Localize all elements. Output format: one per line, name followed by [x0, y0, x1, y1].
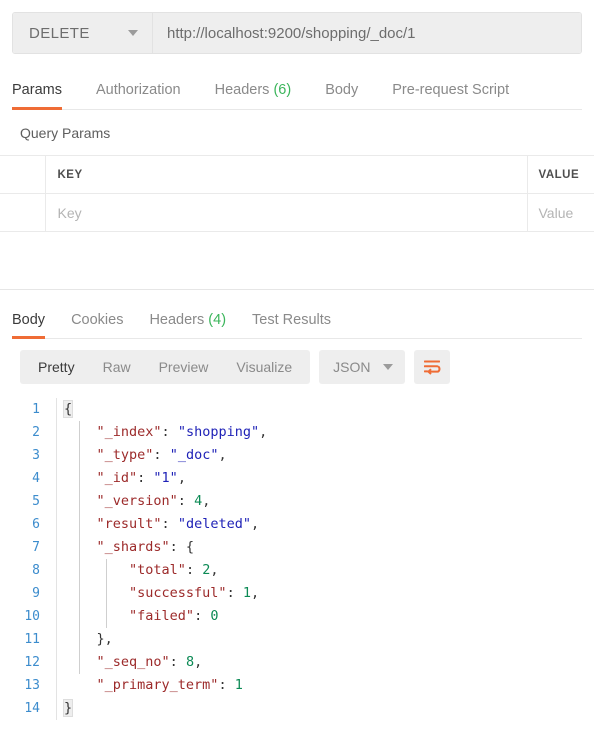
- line-number: 8: [32, 563, 40, 578]
- tab-pre-request-script[interactable]: Pre-request Script: [392, 82, 509, 109]
- pane-divider: [0, 289, 594, 290]
- code-line-row: 1{: [0, 398, 594, 421]
- tab-headers-label: Headers: [214, 82, 270, 98]
- code-line-content: "_version": 4,: [96, 493, 211, 509]
- column-header-key: KEY: [45, 155, 528, 194]
- response-tab-body[interactable]: Body: [12, 312, 46, 339]
- response-format-label: JSON: [333, 359, 371, 375]
- http-method-dropdown[interactable]: DELETE: [13, 13, 153, 53]
- tab-body-label: Body: [325, 82, 359, 98]
- code-line-row: 10 "failed": 0: [0, 605, 594, 628]
- code-line-content: }: [62, 699, 74, 717]
- code-line-content: "result": "deleted",: [96, 516, 260, 532]
- chevron-down-icon: [128, 30, 138, 36]
- pane-splitter[interactable]: [0, 232, 594, 289]
- table-header-row: KEY VALUE: [0, 155, 594, 194]
- view-mode-visualize[interactable]: Visualize: [222, 350, 306, 384]
- code-line-content: "_shards": {: [96, 539, 195, 555]
- request-url-input[interactable]: http://localhost:9200/shopping/_doc/1: [153, 13, 581, 53]
- row-value-input[interactable]: Value: [527, 193, 594, 232]
- code-line-row: 2 "_index": "shopping",: [0, 421, 594, 444]
- code-line-row: 13 "_primary_term": 1: [0, 674, 594, 697]
- column-header-value: VALUE: [527, 155, 594, 194]
- response-tab-headers[interactable]: Headers (4): [149, 312, 226, 338]
- line-number: 10: [24, 609, 40, 624]
- line-number: 12: [24, 655, 40, 670]
- tab-headers-count: (6): [273, 82, 292, 98]
- query-params-table: KEY VALUE Key Value: [0, 155, 594, 232]
- response-tab-headers-label: Headers: [149, 312, 205, 328]
- code-line-row: 6 "result": "deleted",: [0, 513, 594, 536]
- request-url-bar: DELETE http://localhost:9200/shopping/_d…: [12, 12, 582, 54]
- http-method-label: DELETE: [29, 24, 90, 42]
- tab-authorization[interactable]: Authorization: [96, 82, 181, 109]
- code-line-row: 9 "successful": 1,: [0, 582, 594, 605]
- code-line-content: "failed": 0: [129, 608, 219, 624]
- line-number: 9: [32, 586, 40, 601]
- code-line-content: {: [62, 400, 74, 418]
- line-number: 14: [24, 701, 40, 716]
- request-tab-bar: Params Authorization Headers (6) Body Pr…: [12, 68, 582, 110]
- response-tab-test-results-label: Test Results: [252, 312, 332, 328]
- code-line-row: 11 },: [0, 628, 594, 651]
- view-mode-preview[interactable]: Preview: [145, 350, 223, 384]
- table-row: Key Value: [0, 193, 594, 232]
- code-line-content: "_primary_term": 1: [96, 677, 243, 693]
- code-line-content: "total": 2,: [129, 562, 219, 578]
- line-number: 1: [32, 402, 40, 417]
- view-mode-pretty[interactable]: Pretty: [24, 350, 89, 384]
- view-mode-group: Pretty Raw Preview Visualize: [20, 350, 311, 384]
- query-params-title: Query Params: [20, 125, 111, 141]
- response-tab-cookies[interactable]: Cookies: [71, 312, 123, 338]
- line-number: 11: [24, 632, 40, 647]
- response-format-dropdown[interactable]: JSON: [319, 350, 405, 384]
- row-key-input[interactable]: Key: [45, 193, 528, 232]
- code-line-content: "_id": "1",: [96, 470, 186, 486]
- word-wrap-icon: [423, 360, 440, 375]
- column-header-checkbox: [0, 155, 46, 194]
- code-line-row: 12 "_seq_no": 8,: [0, 651, 594, 674]
- code-line-content: },: [64, 631, 113, 647]
- code-line-content: "_type": "_doc",: [96, 447, 227, 463]
- response-body-code-viewer[interactable]: 1{2 "_index": "shopping", 3 "_type": "_do…: [0, 398, 594, 720]
- tab-authorization-label: Authorization: [95, 82, 181, 98]
- code-line-row: 8 "total": 2,: [0, 559, 594, 582]
- row-checkbox-cell[interactable]: [0, 193, 46, 232]
- chevron-down-icon: [382, 364, 393, 370]
- tab-body[interactable]: Body: [325, 82, 358, 109]
- tab-params-label: Params: [12, 82, 62, 98]
- tab-params[interactable]: Params: [12, 82, 62, 110]
- line-number: 13: [24, 678, 40, 693]
- response-tab-cookies-label: Cookies: [71, 312, 124, 328]
- response-tab-headers-count: (4): [208, 312, 227, 328]
- code-line-row: 14}: [0, 697, 594, 720]
- line-number: 2: [32, 425, 40, 440]
- code-line-content: "_index": "shopping",: [96, 424, 268, 440]
- code-line-row: 7 "_shards": {: [0, 536, 594, 559]
- word-wrap-toggle-button[interactable]: [413, 350, 450, 384]
- line-number: 7: [32, 540, 40, 555]
- line-number: 3: [32, 448, 40, 463]
- view-mode-raw[interactable]: Raw: [89, 350, 145, 384]
- response-tab-bar: Body Cookies Headers (4) Test Results: [12, 299, 582, 339]
- code-line-row: 3 "_type": "_doc",: [0, 444, 594, 467]
- tab-pre-request-script-label: Pre-request Script: [392, 82, 510, 98]
- line-number: 5: [32, 494, 40, 509]
- response-view-toolbar: Pretty Raw Preview Visualize JSON: [0, 339, 594, 394]
- response-tab-test-results[interactable]: Test Results: [252, 312, 331, 338]
- response-tab-body-label: Body: [12, 312, 46, 328]
- code-line-row: 5 "_version": 4,: [0, 490, 594, 513]
- line-number: 4: [32, 471, 40, 486]
- line-number: 6: [32, 517, 40, 532]
- code-line-row: 4 "_id": "1",: [0, 467, 594, 490]
- tab-headers[interactable]: Headers (6): [215, 82, 292, 109]
- code-line-content: "_seq_no": 8,: [96, 654, 203, 670]
- code-line-content: "successful": 1,: [129, 585, 260, 601]
